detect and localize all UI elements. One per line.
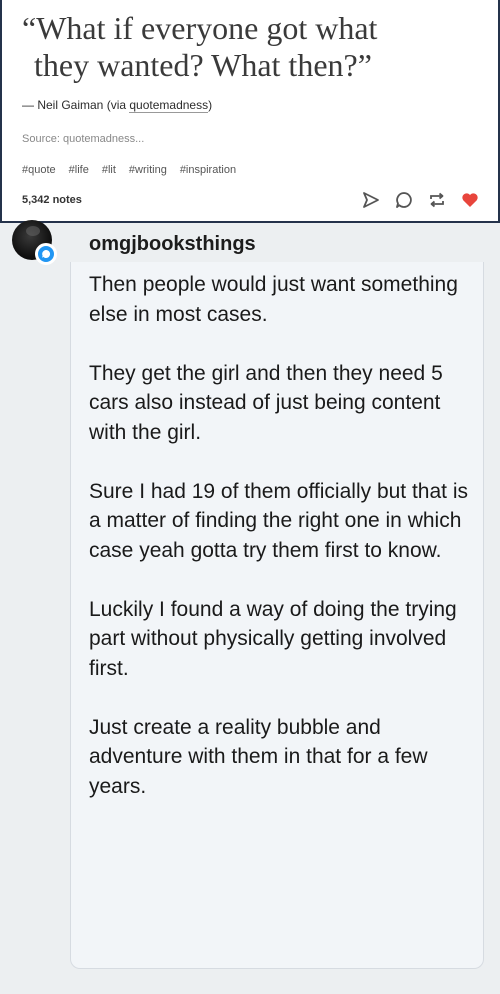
tag-list: #quote #life #lit #writing #inspiration (22, 164, 236, 176)
reply-paragraph: They get the girl and then they need 5 c… (89, 361, 443, 444)
attribution-suffix: ) (208, 98, 213, 112)
reply-username[interactable]: omgjbooksthings (89, 233, 256, 256)
reply-paragraph: Then people would just want something el… (89, 273, 458, 326)
tag[interactable]: #writing (129, 164, 167, 176)
send-icon[interactable] (361, 190, 381, 210)
tag[interactable]: #inspiration (180, 164, 236, 176)
quote-text: “What if everyone got what they wanted? … (22, 10, 492, 84)
avatar-detail (26, 226, 40, 236)
quote-line: they wanted? What then?” (34, 47, 372, 83)
tag[interactable]: #quote (22, 164, 56, 176)
quote-line: “What if everyone got what (22, 10, 378, 46)
attribution-author: — Neil Gaiman (via (22, 98, 130, 112)
reply-paragraph: Just create a reality bubble and adventu… (89, 715, 428, 798)
tag[interactable]: #lit (102, 164, 116, 176)
post-actions (361, 190, 480, 210)
comment-icon[interactable] (394, 190, 414, 210)
post-card: “What if everyone got what they wanted? … (0, 0, 500, 223)
source-link[interactable]: Source: quotemadness... (22, 133, 144, 145)
heart-icon[interactable] (460, 190, 480, 210)
reblog-icon[interactable] (427, 190, 447, 210)
quote-attribution: — Neil Gaiman (via quotemadness) (22, 98, 213, 113)
reply-paragraph: Luckily I found a way of doing the tryin… (89, 597, 457, 680)
notes-count[interactable]: 5,342 notes (22, 194, 82, 206)
chat-badge-icon (35, 243, 57, 265)
tag[interactable]: #life (69, 164, 89, 176)
reply-body: Then people would just want something el… (89, 270, 469, 801)
attribution-link[interactable]: quotemadness (129, 98, 209, 113)
reply-paragraph: Sure I had 19 of them officially but tha… (89, 479, 468, 562)
